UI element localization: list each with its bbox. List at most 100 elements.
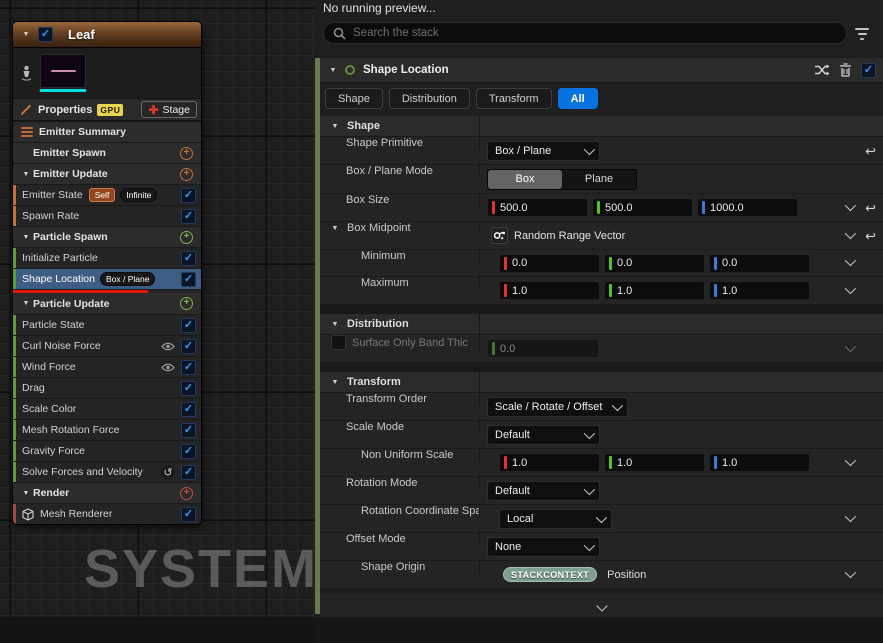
section-header-transform[interactable]: Transform <box>320 372 883 393</box>
value-options-chevron-icon[interactable] <box>844 566 857 578</box>
collapse-arrow-icon[interactable] <box>21 171 31 178</box>
module-enabled-checkbox[interactable] <box>181 443 196 459</box>
stack-group-particle-update[interactable]: Particle Update <box>13 293 201 314</box>
reset-icon[interactable]: ↺ <box>161 465 175 479</box>
value-options-chevron-icon[interactable] <box>844 340 857 352</box>
stack-group-emitter-spawn[interactable]: Emitter Spawn <box>13 142 201 163</box>
revert-to-default-icon[interactable]: ↩ <box>865 201 876 214</box>
stack-item-properties[interactable]: Properties GPU ✚ Stage <box>13 98 201 121</box>
offset-mode-dropdown[interactable]: None <box>487 536 600 557</box>
section-header-shape[interactable]: Shape <box>320 116 883 137</box>
transform-order-dropdown[interactable]: Scale / Rotate / Offset <box>487 396 629 417</box>
collapse-arrow-icon[interactable] <box>21 31 31 38</box>
value-options-chevron-icon[interactable] <box>844 227 857 239</box>
collapse-arrow-icon[interactable] <box>330 379 340 386</box>
minimum-z-field[interactable]: 0.0 <box>709 253 810 273</box>
stack-module-mesh-rotation-force[interactable]: Mesh Rotation Force <box>13 419 201 440</box>
module-enabled-checkbox[interactable] <box>181 208 196 224</box>
module-enabled-checkbox[interactable] <box>181 271 196 287</box>
section-header-distribution[interactable]: Distribution <box>320 314 883 335</box>
stack-module-curl-noise-force[interactable]: Curl Noise Force <box>13 335 201 356</box>
stack-group-particle-spawn[interactable]: Particle Spawn <box>13 226 201 247</box>
add-module-icon[interactable] <box>180 297 193 310</box>
module-enabled-checkbox[interactable] <box>181 317 196 333</box>
tab-all[interactable]: All <box>557 88 598 109</box>
add-stage-button[interactable]: ✚ Stage <box>141 101 197 118</box>
delete-module-icon[interactable] <box>839 63 852 77</box>
stack-module-mesh-renderer[interactable]: Mesh Renderer <box>13 503 201 524</box>
module-enabled-checkbox[interactable] <box>181 422 196 438</box>
shuffle-version-icon[interactable] <box>814 64 830 76</box>
filter-icon[interactable] <box>855 28 869 40</box>
module-enabled-checkbox[interactable] <box>181 464 196 480</box>
emitter-node[interactable]: Leaf <box>13 22 201 524</box>
band-thickness-field[interactable]: 0.0 <box>487 339 599 358</box>
stack-module-particle-state[interactable]: Particle State <box>13 314 201 335</box>
maximum-x-field[interactable]: 1.0 <box>499 281 600 300</box>
module-header-shape-location[interactable]: Shape Location <box>320 58 883 83</box>
box-size-z-field[interactable]: 1000.0 <box>697 198 798 217</box>
stack-module-gravity-force[interactable]: Gravity Force <box>13 440 201 461</box>
value-options-chevron-icon[interactable] <box>844 510 857 522</box>
value-options-chevron-icon[interactable] <box>844 282 857 294</box>
collapse-arrow-icon[interactable] <box>21 234 31 241</box>
non-uniform-scale-y-field[interactable]: 1.0 <box>604 453 705 472</box>
value-options-chevron-icon[interactable] <box>844 454 857 466</box>
collapse-arrow-icon[interactable] <box>21 490 31 497</box>
show-advanced-expander[interactable] <box>320 595 883 617</box>
collapse-arrow-icon[interactable] <box>330 123 340 130</box>
rotation-mode-dropdown[interactable]: Default <box>487 480 600 501</box>
shape-primitive-dropdown[interactable]: Box / Plane <box>487 140 600 161</box>
search-input[interactable] <box>353 27 837 39</box>
visibility-eye-icon[interactable] <box>161 342 175 351</box>
stack-module-solve-forces-velocity[interactable]: Solve Forces and Velocity ↺ <box>13 461 201 482</box>
emitter-enabled-checkbox[interactable] <box>38 27 53 42</box>
collapse-arrow-icon[interactable] <box>330 225 340 232</box>
add-module-icon[interactable] <box>180 167 193 181</box>
tab-shape[interactable]: Shape <box>325 88 383 109</box>
mode-option-plane[interactable]: Plane <box>562 169 636 189</box>
module-enabled-checkbox[interactable] <box>181 359 196 375</box>
non-uniform-scale-x-field[interactable]: 1.0 <box>499 453 600 472</box>
stack-module-spawn-rate[interactable]: Spawn Rate <box>13 205 201 226</box>
maximum-z-field[interactable]: 1.0 <box>709 281 810 300</box>
module-enabled-checkbox[interactable] <box>181 338 196 354</box>
scale-mode-dropdown[interactable]: Default <box>487 424 600 445</box>
module-enabled-checkbox[interactable] <box>861 62 876 78</box>
value-options-chevron-icon[interactable] <box>844 199 857 211</box>
stack-module-wind-force[interactable]: Wind Force <box>13 356 201 377</box>
collapse-arrow-icon[interactable] <box>328 67 338 74</box>
box-size-y-field[interactable]: 500.0 <box>592 198 693 217</box>
collapse-arrow-icon[interactable] <box>21 300 31 307</box>
revert-to-default-icon[interactable]: ↩ <box>865 144 876 157</box>
stack-group-render[interactable]: Render <box>13 482 201 503</box>
non-uniform-scale-z-field[interactable]: 1.0 <box>709 453 810 472</box>
add-renderer-icon[interactable] <box>180 486 193 500</box>
stack-search-bar[interactable] <box>323 22 847 44</box>
stack-module-emitter-state[interactable]: Emitter State Self Infinite <box>13 184 201 205</box>
tab-transform[interactable]: Transform <box>475 88 552 109</box>
system-graph-canvas[interactable]: SYSTEM Leaf <box>0 0 315 643</box>
module-enabled-checkbox[interactable] <box>181 380 196 396</box>
stack-module-scale-color[interactable]: Scale Color <box>13 398 201 419</box>
emitter-node-header[interactable]: Leaf <box>13 22 201 48</box>
module-enabled-checkbox[interactable] <box>181 401 196 417</box>
revert-to-default-icon[interactable]: ↩ <box>865 229 876 242</box>
stack-module-drag[interactable]: Drag <box>13 377 201 398</box>
module-enabled-checkbox[interactable] <box>181 506 196 522</box>
emitter-preview-thumbnail[interactable] <box>40 54 86 88</box>
stack-group-emitter-update[interactable]: Emitter Update <box>13 163 201 184</box>
collapse-arrow-icon[interactable] <box>330 321 340 328</box>
stack-module-initialize-particle[interactable]: Initialize Particle <box>13 247 201 268</box>
box-size-x-field[interactable]: 500.0 <box>487 198 588 217</box>
stack-item-emitter-summary[interactable]: Emitter Summary <box>13 121 201 142</box>
add-module-icon[interactable] <box>180 230 193 244</box>
stack-module-shape-location[interactable]: Shape Location Box / Plane <box>13 268 201 289</box>
rotation-coordinate-space-dropdown[interactable]: Local <box>499 508 612 529</box>
isolate-emitter-icon[interactable] <box>17 65 35 81</box>
tab-distribution[interactable]: Distribution <box>388 88 470 109</box>
add-module-icon[interactable] <box>180 146 193 160</box>
visibility-eye-icon[interactable] <box>161 363 175 372</box>
module-enabled-checkbox[interactable] <box>181 250 196 266</box>
minimum-x-field[interactable]: 0.0 <box>499 253 600 273</box>
